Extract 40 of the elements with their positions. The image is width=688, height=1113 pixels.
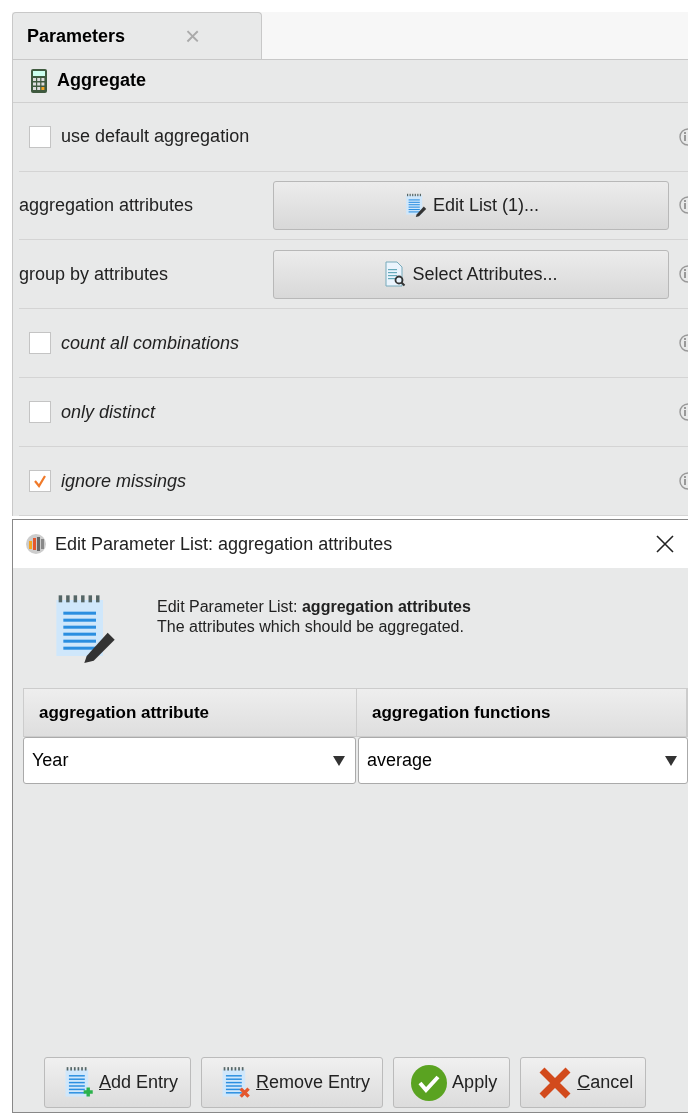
cancel-button[interactable]: Cancel (520, 1057, 647, 1108)
column-header: aggregation functions (357, 689, 687, 736)
operator-title: Aggregate (57, 70, 146, 92)
parameter-label: group by attributes (19, 263, 170, 285)
info-icon[interactable] (676, 196, 688, 215)
combo-box[interactable]: Year (23, 737, 356, 784)
checkbox[interactable] (29, 332, 51, 355)
dropdown-arrow-icon[interactable] (333, 755, 345, 766)
checkbox[interactable] (29, 401, 51, 424)
calculator-icon (31, 68, 47, 93)
info-icon[interactable] (676, 334, 688, 353)
parameter-button[interactable]: Edit List (1)... (273, 180, 669, 230)
add-button[interactable]: Add Entry (44, 1057, 192, 1108)
checkbox[interactable] (29, 470, 51, 492)
parameters-tab[interactable]: Parameters × (12, 12, 262, 59)
dropdown-arrow-icon[interactable] (665, 755, 677, 766)
dialog-heading: Edit Parameter List: aggregation attributes (157, 598, 471, 616)
parameter-label: ignore missings (61, 470, 187, 492)
parameter-label: use default aggregation (61, 126, 250, 148)
parameter-label: count all combinations (61, 332, 240, 354)
dialog-description: The attributes which should be aggregated. (157, 618, 465, 636)
close-icon[interactable] (656, 535, 674, 553)
parameter-label: aggregation attributes (19, 194, 195, 216)
checkmark-icon (33, 474, 47, 488)
info-icon[interactable] (676, 127, 688, 146)
info-icon[interactable] (676, 265, 688, 284)
combo-box[interactable]: average (358, 737, 688, 784)
remove-button[interactable]: Remove Entry (201, 1057, 384, 1108)
column-header: aggregation attribute (24, 689, 357, 736)
parameter-button[interactable]: Select Attributes... (273, 249, 669, 299)
dialog-title: Edit Parameter List: aggregation attributes (55, 533, 394, 555)
info-icon[interactable] (676, 472, 688, 490)
notepad-pencil-icon (403, 192, 427, 219)
checkbox[interactable] (29, 125, 51, 148)
info-icon[interactable] (676, 403, 688, 422)
checkmark-icon (410, 1063, 449, 1102)
parameter-label: only distinct (61, 401, 156, 423)
document-search-icon (384, 261, 407, 288)
app-logo-icon (25, 533, 47, 555)
apply-button[interactable]: Apply (393, 1057, 511, 1108)
